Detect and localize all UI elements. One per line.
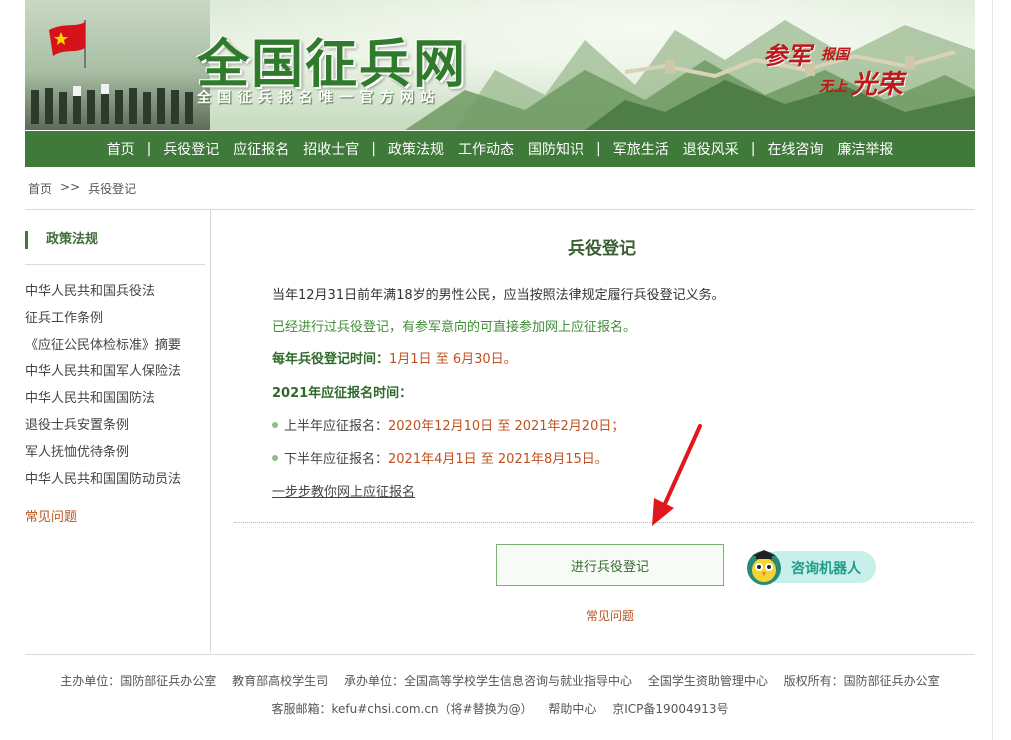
soldiers-icon [31,84,193,124]
nav-defense-knowledge[interactable]: 国防知识 [521,139,591,159]
sidebar-list: 中华人民共和国兵役法 征兵工作条例 《应征公民体检标准》摘要 中华人民共和国军人… [25,280,181,494]
header-banner: 全国征兵网 全国征兵报名唯一官方网站 参军 报国 无上 光荣 [25,0,975,130]
sidebar-item-pension-benefits[interactable]: 军人抚恤优待条例 [25,441,181,468]
slogan: 参军 报国 无上 光荣 [763,36,923,106]
footer-organizer-2: 全国学生资助管理中心 [647,674,768,688]
nav-military-life[interactable]: 军旅生活 [606,139,676,159]
page: 全国征兵网 全国征兵报名唯一官方网站 参军 报国 无上 光荣 首页 | 兵役登记… [0,0,1011,740]
nav-integrity-report[interactable]: 廉洁举报 [830,139,900,159]
footer-host-2: 教育部高校学生司 [232,674,329,688]
intro-text: 当年12月31日前年满18岁的男性公民，应当按照法律规定履行兵役登记义务。 [272,288,725,303]
sidebar-faq-link[interactable]: 常见问题 [25,506,77,525]
nav-enlistment-application[interactable]: 应征报名 [226,139,296,159]
sidebar-item-military-service-law[interactable]: 中华人民共和国兵役法 [25,280,181,307]
footer-line-2: 客服邮箱：kefu#chsi.com.cn（将#替换为@） 帮助中心 京ICP备… [0,700,1000,717]
nav-veterans[interactable]: 退役风采 [676,139,746,159]
already-registered-text: 已经进行过兵役登记，有参军意向的可直接参加网上应征报名。 [272,320,637,335]
sidebar: 政策法规 中华人民共和国兵役法 征兵工作条例 《应征公民体检标准》摘要 中华人民… [25,210,211,653]
footer-email: 客服邮箱：kefu#chsi.com.cn（将#替换为@） [271,702,533,716]
honor-guard-image [25,0,210,130]
breadcrumb: 首页 >> 兵役登记 [28,180,136,197]
sidebar-item-veteran-placement[interactable]: 退役士兵安置条例 [25,414,181,441]
sidebar-item-national-defense-law[interactable]: 中华人民共和国国防法 [25,387,181,414]
first-half-date: 2020年12月10日 至 2021年2月20日； [388,419,625,434]
second-half-label: 下半年应征报名： [284,452,389,467]
nav-policies[interactable]: 政策法规 [381,139,451,159]
sidebar-item-physical-standards[interactable]: 《应征公民体检标准》摘要 [25,334,181,361]
slogan-part3: 无上 [819,79,847,95]
footer-line-1: 主办单位：国防部征兵办公室 教育部高校学生司 承办单位：全国高等学校学生信息咨询… [0,672,1000,689]
divider [25,264,205,265]
application-period-heading: 2021年应征报名时间： [272,386,413,401]
slogan-part1: 参军 [763,41,811,70]
site-logo-title[interactable]: 全国征兵网 [197,22,467,97]
footer-organizer: 承办单位：全国高等学校学生信息咨询与就业指导中心 [343,674,632,688]
breadcrumb-home[interactable]: 首页 [28,180,52,197]
sidebar-item-defense-mobilization-law[interactable]: 中华人民共和国国防动员法 [25,468,181,495]
nav-nco-recruitment[interactable]: 招收士官 [296,139,366,159]
list-item: 上半年应征报名： 2020年12月10日 至 2021年2月20日； [272,415,624,434]
register-military-service-button[interactable]: 进行兵役登记 [496,544,724,586]
list-item: 下半年应征报名： 2021年4月1日 至 2021年8月15日。 [272,448,608,467]
site-logo-subtitle: 全国征兵报名唯一官方网站 [197,90,441,106]
faq-link[interactable]: 常见问题 [586,607,634,624]
main-nav: 首页 | 兵役登记 应征报名 招收士官 | 政策法规 工作动态 国防知识 | 军… [25,131,975,167]
bullet-icon [272,421,278,428]
first-half-label: 上半年应征报名： [284,419,389,434]
nav-separator: | [146,141,152,157]
registration-period-label: 每年兵役登记时间： [272,352,390,367]
footer-help-center-link[interactable]: 帮助中心 [548,702,596,716]
breadcrumb-separator: >> [60,180,81,194]
breadcrumb-current: 兵役登记 [88,182,137,196]
second-half-date: 2021年4月1日 至 2021年8月15日。 [388,452,608,467]
nav-separator: | [750,141,756,157]
sidebar-item-conscription-regulations[interactable]: 征兵工作条例 [25,307,181,334]
nav-separator: | [371,141,376,157]
owl-robot-icon [747,550,781,585]
footer-icp[interactable]: 京ICP备19004913号 [612,702,728,716]
page-title: 兵役登记 [568,239,636,259]
slogan-part4: 光荣 [851,70,904,100]
nav-military-registration[interactable]: 兵役登记 [156,139,226,159]
nav-separator: | [596,141,601,157]
registration-period-date: 1月1日 至 6月30日。 [389,352,517,367]
online-application-guide-link[interactable]: 一步步教你网上应征报名 [272,481,415,500]
divider [25,654,975,655]
footer-host: 主办单位：国防部征兵办公室 [60,674,217,688]
slogan-part2: 报国 [821,47,849,63]
page-edge-rule [992,0,993,740]
dotted-divider [234,522,974,523]
consult-robot-button[interactable]: 咨询机器人 [744,548,876,586]
footer-copyright: 版权所有：国防部征兵办公室 [783,674,940,688]
registration-period: 每年兵役登记时间：1月1日 至 6月30日。 [272,348,517,367]
red-arrow-annotation-icon [652,424,702,526]
bullet-icon [272,454,278,461]
nav-home[interactable]: 首页 [100,139,142,159]
nav-work-news[interactable]: 工作动态 [451,139,521,159]
flag-icon [49,20,86,68]
sidebar-title: 政策法规 [25,231,98,249]
nav-online-consult[interactable]: 在线咨询 [760,139,830,159]
robot-label: 咨询机器人 [791,561,861,577]
sidebar-item-military-insurance-law[interactable]: 中华人民共和国军人保险法 [25,360,181,387]
